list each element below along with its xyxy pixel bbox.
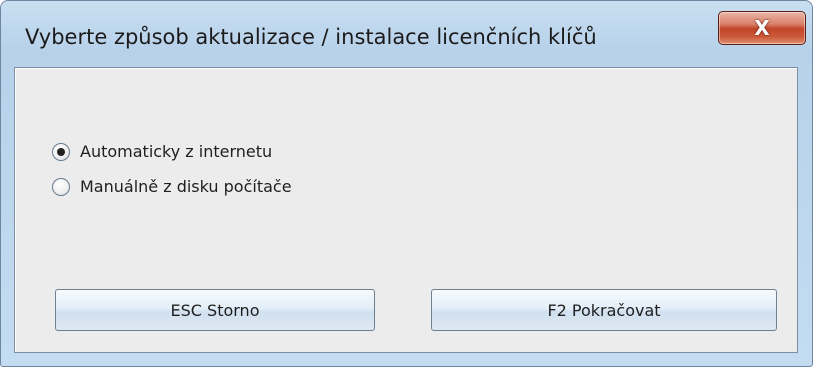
dialog-content: Automaticky z internetu Manuálně z disku… [14, 67, 798, 353]
cancel-button[interactable]: ESC Storno [55, 289, 375, 331]
dialog-title: Vyberte způsob aktualizace / instalace l… [25, 25, 597, 49]
option-disk-label[interactable]: Manuálně z disku počítače [80, 177, 292, 196]
close-icon: X [754, 16, 770, 40]
close-button[interactable]: X [718, 11, 806, 45]
radio-disk[interactable] [52, 177, 70, 196]
dialog-window: Vyberte způsob aktualizace / instalace l… [0, 0, 813, 367]
option-internet-label[interactable]: Automaticky z internetu [80, 142, 272, 161]
radio-internet[interactable] [52, 142, 70, 161]
option-internet[interactable]: Automaticky z internetu [52, 142, 272, 161]
option-disk[interactable]: Manuálně z disku počítače [52, 177, 292, 196]
continue-button[interactable]: F2 Pokračovat [431, 289, 777, 331]
